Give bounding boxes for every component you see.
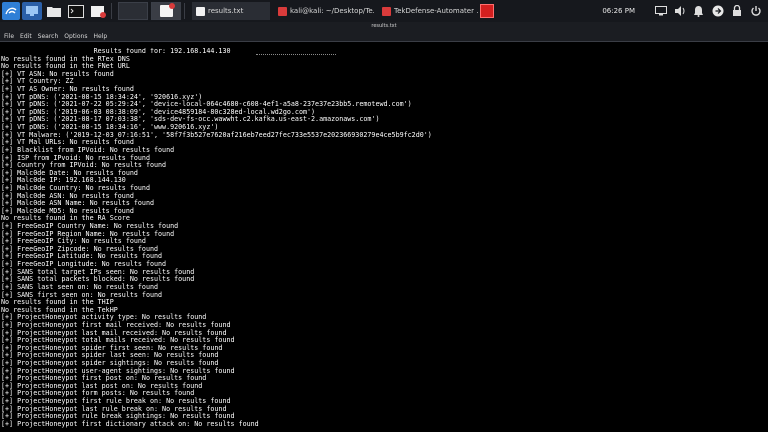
- menu-options[interactable]: Options: [64, 33, 87, 40]
- text-editor-icon: [196, 6, 205, 16]
- terminal-app-icon: [278, 6, 287, 16]
- terminal-icon[interactable]: [66, 2, 86, 20]
- menu-help[interactable]: Help: [93, 33, 107, 40]
- notification-dot: [169, 3, 175, 9]
- menu-divider: [0, 41, 768, 42]
- screenshot-icon[interactable]: [88, 2, 108, 20]
- result-line: No results found in the FNet URL: [1, 62, 130, 71]
- result-line: [+] SANS first seen on: No results found: [1, 290, 163, 299]
- lock-icon[interactable]: [730, 5, 743, 18]
- header-separator: [256, 54, 336, 55]
- menu-search[interactable]: Search: [38, 33, 59, 40]
- kali-menu-icon[interactable]: [2, 2, 20, 20]
- window-button-automater[interactable]: TekDefense-Automater ...: [378, 2, 478, 20]
- workspace-1[interactable]: [118, 2, 148, 20]
- window-button-label: TekDefense-Automater ...: [394, 7, 478, 15]
- system-tray: 06:26 PM: [602, 0, 768, 22]
- text-area[interactable]: Results found for: 192.168.144.130 No res…: [1, 48, 767, 432]
- power-icon[interactable]: [749, 5, 762, 18]
- window-button-label: results.txt: [208, 7, 244, 15]
- window-button-label: kali@kali: ~/Desktop/Te...: [290, 7, 374, 15]
- result-line: [+] ProjectHoneypot first dictionary att…: [1, 419, 259, 428]
- menu-edit[interactable]: Edit: [20, 33, 32, 40]
- menu-file[interactable]: File: [4, 33, 14, 40]
- workspace-2[interactable]: [151, 2, 181, 20]
- network-icon[interactable]: [711, 5, 724, 18]
- panel-separator: [111, 3, 112, 19]
- menu-bar: File Edit Search Options Help: [0, 31, 768, 41]
- panel-separator: [184, 3, 185, 19]
- file-manager-icon[interactable]: [44, 2, 64, 20]
- window-button-results[interactable]: results.txt: [192, 2, 270, 20]
- top-panel: results.txt kali@kali: ~/Desktop/Te... T…: [0, 0, 768, 22]
- window-title: results.txt: [0, 22, 768, 31]
- display-icon[interactable]: [654, 5, 667, 18]
- desktop-icon[interactable]: [22, 2, 42, 20]
- volume-icon[interactable]: [673, 5, 686, 18]
- app-switch-icon[interactable]: [480, 4, 494, 18]
- window-button-terminal[interactable]: kali@kali: ~/Desktop/Te...: [274, 2, 374, 20]
- terminal-app-icon: [382, 6, 391, 16]
- result-line: [+] VT ASN: No results found: [1, 69, 114, 78]
- workspace-app-preview: [160, 3, 175, 17]
- clock[interactable]: 06:26 PM: [602, 7, 635, 15]
- notification-bell-icon[interactable]: [692, 5, 705, 18]
